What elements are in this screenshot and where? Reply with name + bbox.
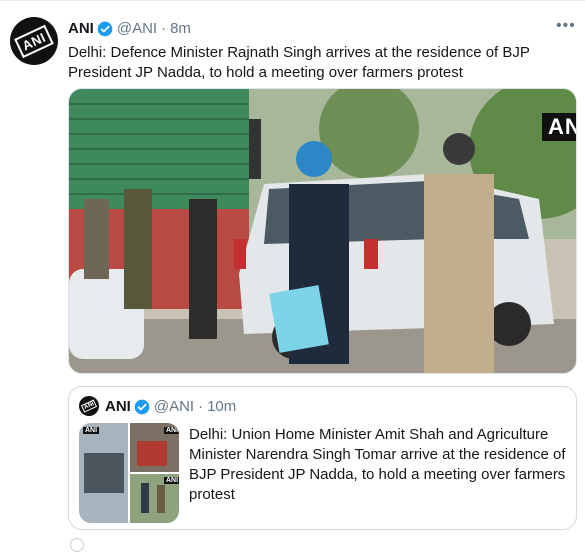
quoted-timestamp: 10m [207, 398, 237, 415]
account-handle[interactable]: @ANI [117, 20, 157, 37]
account-name[interactable]: ANI [68, 20, 94, 37]
quoted-tweet[interactable]: ANI ANI @ANI · 10m ANI ANI ANI Delhi: Un… [68, 386, 577, 530]
tweet-card[interactable]: ANI ANI @ANI · 8m ••• Delhi: Defence Min… [0, 0, 585, 552]
quoted-text: Delhi: Union Home Minister Amit Shah and… [189, 426, 566, 503]
quoted-account-name: ANI [105, 398, 131, 415]
separator-dot: · [161, 20, 167, 37]
quoted-account-avatar[interactable]: ANI [79, 396, 99, 416]
more-options-icon[interactable]: ••• [556, 17, 576, 35]
tweet-photo[interactable]: ANI [68, 88, 577, 374]
next-tweet-indicator [70, 538, 84, 552]
separator-dot: · [198, 398, 204, 415]
quoted-handle: @ANI [153, 398, 195, 415]
verified-badge-icon [134, 399, 150, 414]
quoted-media-grid[interactable]: ANI ANI ANI [79, 423, 179, 523]
ani-logo-small: ANI [80, 399, 98, 413]
verified-badge-icon [97, 21, 113, 36]
thumb-watermark-3: ANI [164, 477, 179, 484]
photo-watermark: ANI [542, 113, 576, 141]
photo-scene [69, 89, 576, 373]
tweet-header: ANI @ANI · 8m [68, 20, 191, 37]
quoted-thumbnails [79, 423, 179, 523]
account-avatar[interactable]: ANI [10, 17, 58, 65]
quoted-header: ANI @ANI · 10m [105, 398, 236, 415]
thumb-watermark-2: ANI [164, 427, 179, 434]
ani-logo: ANI [14, 24, 54, 58]
tweet-text: Delhi: Defence Minister Rajnath Singh ar… [68, 44, 530, 81]
tweet-timestamp[interactable]: 8m [170, 20, 191, 37]
thumb-watermark-1: ANI [83, 427, 100, 434]
